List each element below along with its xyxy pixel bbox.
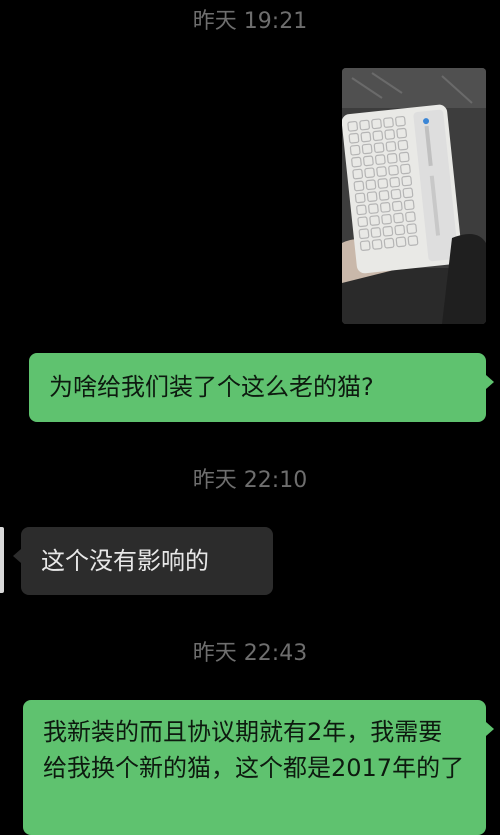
avatar[interactable] bbox=[0, 527, 4, 593]
message-text: 我新装的而且协议期就有2年，我需要给我换个新的猫，这个都是2017年的了 bbox=[43, 718, 465, 782]
message-text: 为啥给我们装了个这么老的猫? bbox=[49, 373, 374, 401]
timestamp: 昨天 19:21 bbox=[192, 9, 308, 34]
timestamp: 昨天 22:43 bbox=[192, 641, 308, 666]
photo-message[interactable] bbox=[342, 68, 486, 324]
outgoing-message-bubble[interactable]: 我新装的而且协议期就有2年，我需要给我换个新的猫，这个都是2017年的了 bbox=[23, 700, 494, 835]
outgoing-message-bubble[interactable]: 为啥给我们装了个这么老的猫? bbox=[29, 353, 494, 422]
bubble-tail bbox=[13, 549, 21, 563]
incoming-message-bubble[interactable]: 这个没有影响的 bbox=[13, 527, 273, 595]
router-photo-image bbox=[342, 68, 486, 324]
message-text: 这个没有影响的 bbox=[41, 547, 209, 575]
timestamp: 昨天 22:10 bbox=[192, 468, 308, 493]
bubble-tail bbox=[486, 375, 494, 389]
bubble-tail bbox=[486, 722, 494, 736]
